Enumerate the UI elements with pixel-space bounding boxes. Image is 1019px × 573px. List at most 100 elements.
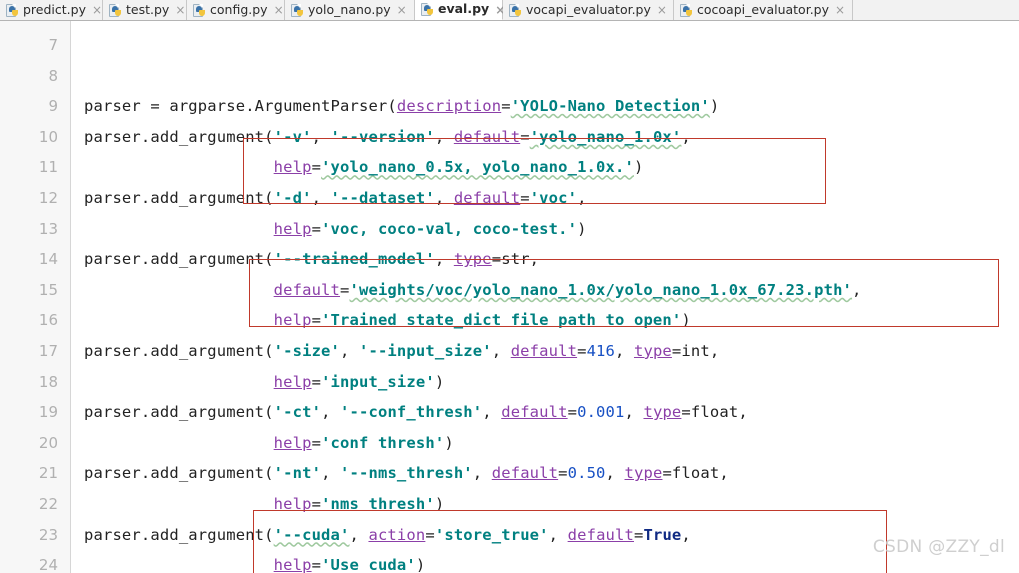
- close-icon[interactable]: ×: [274, 4, 284, 16]
- code-text[interactable]: help='input_size'): [84, 367, 445, 398]
- token-str: '-ct': [273, 403, 322, 422]
- line-number: 16: [38, 311, 58, 330]
- code-content[interactable]: 7 8 9 parser = argparse.ArgumentParser(desc…: [0, 21, 1019, 573]
- token-plain: ): [681, 311, 691, 330]
- line-number: 12: [38, 189, 58, 207]
- token-num: 0.50: [567, 464, 606, 483]
- editor-tab-test-py[interactable]: test.py ×: [103, 0, 187, 20]
- token-plain: ,: [472, 464, 492, 483]
- code-text[interactable]: parser.add_argument('-size', '--input_si…: [84, 336, 719, 367]
- token-str: 'store_true': [434, 525, 549, 544]
- code-text[interactable]: parser.add_argument('-d', '--dataset', d…: [84, 183, 587, 214]
- code-line[interactable]: 22 help='nms thresh'): [0, 489, 1019, 520]
- token-str: '--nms_thresh': [340, 464, 473, 483]
- token-kwarg: description: [396, 97, 502, 116]
- token-plain: =float,: [662, 464, 729, 483]
- token-kwarg: help: [273, 556, 312, 573]
- token-plain: parser.add_argument(: [84, 127, 274, 146]
- close-icon[interactable]: ×: [835, 4, 845, 16]
- editor-tab-vocapi_evaluator-py[interactable]: vocapi_evaluator.py ×: [503, 0, 674, 20]
- token-str: 'input_size': [321, 372, 435, 391]
- token-str: '--cuda': [273, 525, 350, 544]
- token-plain: =float,: [681, 403, 748, 422]
- close-icon[interactable]: ×: [92, 4, 102, 16]
- editor-tab-eval-py[interactable]: eval.py ×: [415, 0, 505, 20]
- token-plain: parser.add_argument(: [84, 342, 274, 360]
- code-line[interactable]: 9 parser = argparse.ArgumentParser(descri…: [0, 91, 1019, 122]
- token-plain: ,: [482, 403, 502, 422]
- close-icon[interactable]: ×: [657, 4, 667, 16]
- code-line[interactable]: 17 parser.add_argument('-size', '--input_…: [0, 336, 1019, 367]
- close-icon[interactable]: ×: [175, 4, 185, 16]
- code-line[interactable]: 15 default='weights/voc/yolo_nano_1.0x/y…: [0, 275, 1019, 306]
- token-plain: ,: [491, 342, 511, 360]
- editor-tab-yolo_nano-py[interactable]: yolo_nano.py ×: [285, 0, 415, 20]
- token-kwarg: help: [273, 158, 312, 177]
- code-line[interactable]: 14 parser.add_argument('--trained_model',…: [0, 244, 1019, 275]
- code-text[interactable]: help='Use cuda'): [84, 550, 426, 573]
- code-line[interactable]: 7: [0, 30, 1019, 61]
- code-text[interactable]: help='conf thresh'): [84, 428, 454, 459]
- token-plain: =: [501, 97, 511, 116]
- code-text[interactable]: default='weights/voc/yolo_nano_1.0x/yolo…: [84, 275, 862, 306]
- python-file-icon: [421, 3, 434, 16]
- tab-label: eval.py: [438, 1, 490, 17]
- token-plain: ,: [321, 464, 341, 483]
- token-str: '-d': [273, 189, 312, 207]
- line-number: 10: [38, 127, 58, 146]
- code-line[interactable]: 18 help='input_size'): [0, 367, 1019, 398]
- code-text[interactable]: parser.add_argument('-ct', '--conf_thres…: [84, 397, 748, 428]
- python-file-icon: [109, 3, 122, 17]
- code-line[interactable]: 19 parser.add_argument('-ct', '--conf_thr…: [0, 397, 1019, 428]
- code-line[interactable]: 10 parser.add_argument('-v', '--version',…: [0, 122, 1019, 153]
- code-line[interactable]: 21 parser.add_argument('-nt', '--nms_thre…: [0, 458, 1019, 489]
- token-plain: ,: [577, 189, 587, 207]
- editor-tab-predict-py[interactable]: predict.py ×: [0, 0, 103, 20]
- line-number: 9: [48, 97, 58, 116]
- code-line[interactable]: 24 help='Use cuda'): [0, 550, 1019, 573]
- code-line[interactable]: 20 help='conf thresh'): [0, 428, 1019, 459]
- editor-tab-cocoapi_evaluator-py[interactable]: cocoapi_evaluator.py ×: [674, 0, 853, 20]
- code-text[interactable]: parser.add_argument('-nt', '--nms_thresh…: [84, 458, 729, 489]
- code-text[interactable]: help='nms thresh'): [84, 489, 445, 520]
- code-text[interactable]: help='Trained state_dict file path to op…: [84, 305, 691, 336]
- code-line[interactable]: 8: [0, 61, 1019, 92]
- line-number: 20: [38, 433, 58, 452]
- code-line[interactable]: 12 parser.add_argument('-d', '--dataset',…: [0, 183, 1019, 214]
- tab-bar-filler: [853, 0, 1019, 20]
- token-kwarg: default: [567, 525, 634, 544]
- code-text[interactable]: parser.add_argument('--cuda', action='st…: [84, 520, 691, 551]
- code-line[interactable]: 11 help='yolo_nano_0.5x, yolo_nano_1.0x.…: [0, 152, 1019, 183]
- code-text[interactable]: parser = argparse.ArgumentParser(descrip…: [84, 91, 719, 122]
- code-line[interactable]: 23 parser.add_argument('--cuda', action='…: [0, 520, 1019, 551]
- code-text[interactable]: parser.add_argument('--trained_model', t…: [84, 244, 539, 275]
- tab-label: cocoapi_evaluator.py: [697, 1, 830, 17]
- line-number: 15: [38, 280, 58, 299]
- tab-label: yolo_nano.py: [308, 1, 391, 17]
- token-kwarg: default: [491, 464, 559, 483]
- token-str: '-v': [273, 127, 312, 146]
- code-text[interactable]: help='voc, coco-val, coco-test.'): [84, 214, 587, 245]
- editor-tab-config-py[interactable]: config.py ×: [187, 0, 285, 20]
- token-plain: ): [444, 433, 454, 452]
- python-file-icon: [6, 3, 19, 17]
- code-text[interactable]: parser.add_argument('-v', '--version', d…: [84, 122, 691, 153]
- token-plain: ,: [311, 127, 331, 146]
- token-str: 'voc': [529, 189, 578, 207]
- code-line[interactable]: 16 help='Trained state_dict file path to…: [0, 305, 1019, 336]
- token-plain: =: [311, 158, 322, 177]
- token-kwarg: type: [633, 342, 672, 360]
- python-file-icon: [193, 3, 206, 17]
- token-plain: =int,: [671, 342, 720, 360]
- code-line[interactable]: 13 help='voc, coco-val, coco-test.'): [0, 214, 1019, 245]
- code-text[interactable]: help='yolo_nano_0.5x, yolo_nano_1.0x.'): [84, 152, 644, 183]
- close-icon[interactable]: ×: [397, 4, 407, 16]
- token-plain: parser.add_argument(: [84, 250, 274, 269]
- code-editor[interactable]: 7 8 9 parser = argparse.ArgumentParser(desc…: [0, 21, 1019, 573]
- token-num: 416: [586, 342, 616, 360]
- token-plain: ): [633, 158, 644, 177]
